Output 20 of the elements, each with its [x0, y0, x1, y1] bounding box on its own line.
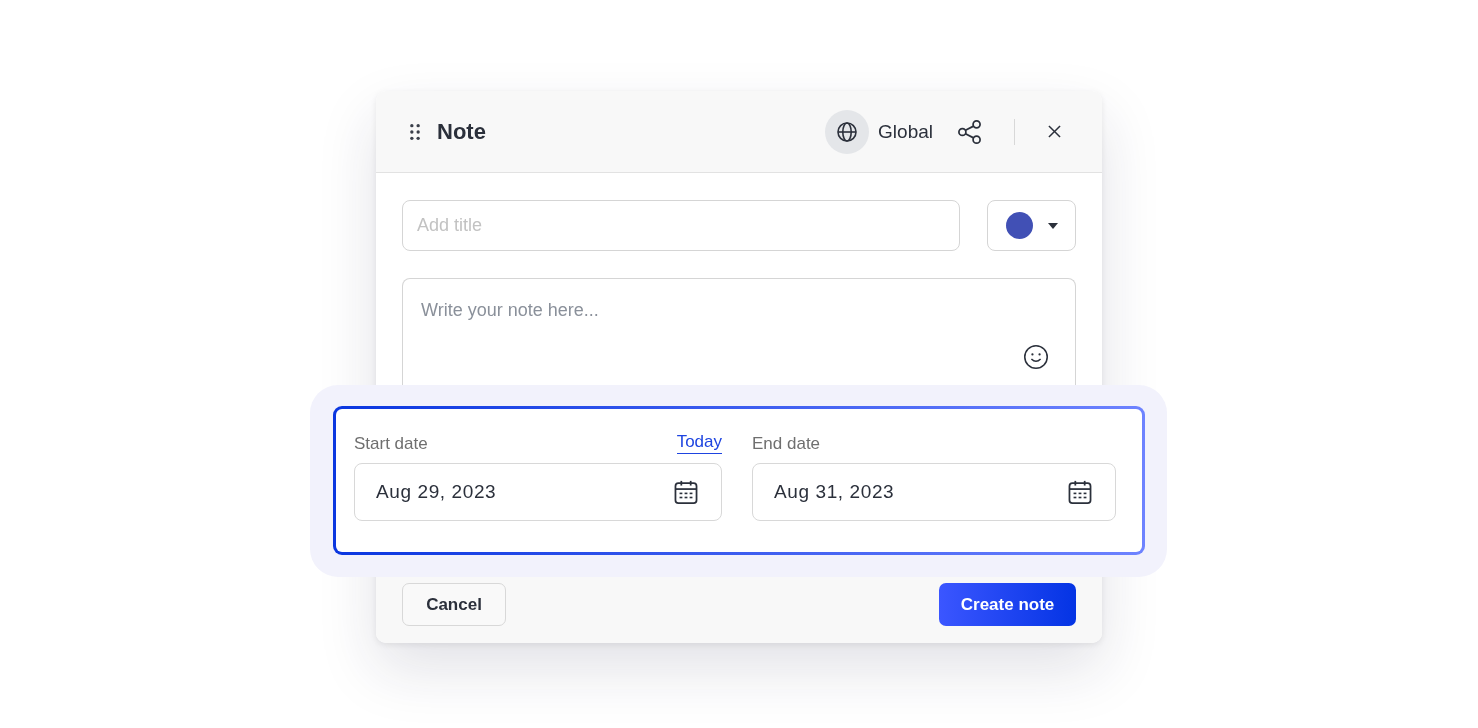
close-icon[interactable] — [1048, 125, 1061, 138]
share-icon[interactable] — [958, 119, 981, 144]
note-text-field[interactable]: Write your note here... — [402, 278, 1076, 385]
calendar-icon[interactable] — [674, 480, 698, 504]
title-input-field[interactable]: Add title — [402, 200, 960, 251]
today-link[interactable]: Today — [676, 432, 722, 454]
cancel-button[interactable]: Cancel — [402, 583, 506, 626]
smiley-icon[interactable] — [1024, 345, 1048, 369]
start-date-label: Start date — [354, 434, 428, 454]
end-date-label: End date — [752, 434, 821, 454]
calendar-icon[interactable] — [1068, 480, 1092, 504]
color-picker[interactable] — [987, 200, 1076, 251]
date-field[interactable]: Aug 29, 2023 — [354, 463, 722, 521]
date-field[interactable]: Aug 31, 2023 — [752, 463, 1116, 521]
visibility-button[interactable]: Global — [825, 109, 933, 154]
dialog-title: Note — [437, 118, 486, 145]
caret-icon — [1048, 222, 1058, 229]
drag-handle-icon[interactable] — [410, 123, 420, 140]
globe-icon — [825, 109, 870, 154]
create-note-button[interactable]: Create note — [939, 583, 1076, 626]
